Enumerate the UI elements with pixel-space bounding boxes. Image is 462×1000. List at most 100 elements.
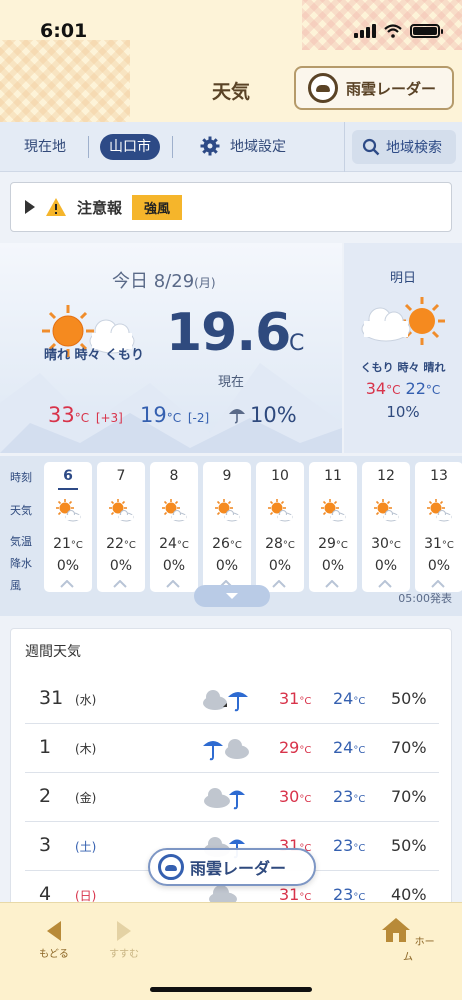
weekly-high: 30°C [279, 787, 311, 806]
today-rain-value: 10% [250, 403, 297, 427]
back-arrow-icon [47, 921, 61, 941]
radar-button[interactable]: 雨雲レーダー [294, 66, 454, 110]
signal-icon [354, 24, 376, 38]
unit: °C [229, 540, 242, 551]
header-pattern [0, 40, 130, 122]
hour-temp: 24°C [150, 536, 198, 552]
hour-rain: 0% [427, 558, 451, 574]
hour-card: 13 31°C 0% [415, 462, 462, 592]
weekly-row[interactable]: 1 (木) 29°C 24°C 70% [25, 724, 439, 773]
warning-icon [46, 198, 66, 216]
weekly-rain: 50% [391, 836, 427, 855]
weekly-title: 週間天気 [25, 644, 81, 660]
weekly-high-value: 30 [279, 787, 300, 806]
weekly-low: 23°C [333, 836, 365, 855]
row-label-temp: 気温 [10, 535, 32, 548]
sunny-cloudy-icon [109, 499, 134, 522]
hour-rain: 0% [215, 558, 239, 574]
today-low-diff: [-2] [187, 411, 210, 425]
current-temperature: 19.6 [166, 303, 291, 363]
weekly-day: 1 [39, 736, 52, 758]
unit: °C [70, 540, 83, 551]
unit: °C [335, 540, 348, 551]
sunny-cloudy-icon [374, 499, 399, 522]
hour-temp: 26°C [203, 536, 251, 552]
weekly-day: 3 [39, 834, 52, 856]
floating-radar-button[interactable]: 雨雲レーダー [148, 848, 316, 886]
row-label-time: 時刻 [10, 471, 32, 484]
hour-card: 10 28°C 0% [256, 462, 304, 592]
divider [344, 122, 345, 172]
wind-arrow-icon [272, 580, 286, 588]
tomorrow-temps: 34°C 22°C [344, 379, 462, 398]
weather-alert-bar[interactable]: 注意報 強風 [10, 182, 452, 232]
wind-arrow-icon [378, 580, 392, 588]
sunny-cloudy-icon [56, 499, 81, 522]
tab-current-location[interactable]: 現在地 [24, 136, 66, 156]
unit: °C [282, 540, 295, 551]
unit: °C [176, 540, 189, 551]
tomorrow-rain: 10% [386, 403, 420, 421]
row-label-weather: 天気 [10, 504, 32, 517]
battery-icon [410, 24, 443, 38]
hour-label: 8 [169, 468, 179, 484]
today-low: 19°C [-2] [140, 403, 209, 427]
tomorrow-panel[interactable]: 明日 くもり 時々 晴れ 34°C 22°C 10% [344, 243, 462, 453]
weekly-dow: (木) [75, 742, 97, 756]
today-panel: 今日 8/29(月) 晴れ 時々 くもり 19.6 °C 現在 33°C [+3… [0, 243, 342, 453]
today-date-label: 今日 8/29 [112, 271, 195, 292]
unit: °C [299, 745, 312, 756]
unit: °C [353, 843, 366, 854]
radar-cloud-icon [308, 73, 338, 103]
home-button[interactable]: ホーム [378, 915, 438, 963]
forward-button[interactable]: すすむ [94, 915, 154, 960]
current-temp-unit: °C [278, 331, 305, 356]
weekly-dow: (水) [75, 693, 97, 707]
hour-temp-value: 29 [318, 536, 336, 552]
weekly-low: 24°C [333, 738, 365, 757]
tab-area-settings[interactable]: 地域設定 [230, 136, 286, 156]
weekly-high: 29°C [279, 738, 311, 757]
tab-selected-area[interactable]: 山口市 [100, 134, 160, 160]
wind-arrow-icon [166, 580, 180, 588]
weekly-low-value: 23 [333, 836, 354, 855]
hour-temp-value: 22 [106, 536, 124, 552]
location-tabbar: 現在地 山口市 地域設定 地域検索 [0, 122, 462, 172]
hour-temp: 22°C [97, 536, 145, 552]
hour-label: 6 [63, 468, 73, 484]
area-search-button[interactable]: 地域検索 [352, 130, 456, 164]
hour-temp: 30°C [362, 536, 410, 552]
hour-label: 7 [116, 468, 126, 484]
weekly-row[interactable]: 31 (水) 31°C 24°C 50% [25, 675, 439, 724]
weekly-high-value: 31 [279, 689, 300, 708]
divider [172, 136, 173, 158]
now-label: 現在 [218, 375, 245, 390]
unit: °C [353, 794, 366, 805]
weekly-rain: 70% [391, 738, 427, 757]
radar-cloud-icon [158, 854, 184, 880]
back-button[interactable]: もどる [24, 915, 84, 960]
today-high-diff: [+3] [95, 411, 123, 425]
unit: °C [166, 411, 182, 425]
weekly-row[interactable]: 2 (金) 30°C 23°C 70% [25, 773, 439, 822]
weekly-high-value: 29 [279, 738, 300, 757]
weekly-rain: 50% [391, 689, 427, 708]
weekly-day: 2 [39, 785, 52, 807]
status-bar: 6:01 [40, 18, 443, 44]
hour-label: 13 [430, 468, 448, 484]
unit: °C [299, 696, 312, 707]
gear-icon[interactable] [200, 136, 220, 156]
hourly-forecast[interactable]: 時刻 天気 気温 降水 風 6 21°C 0% 7 22°C 0% 8 24°C 0% 9 26°C… [0, 456, 462, 616]
hour-card: 12 30°C 0% [362, 462, 410, 592]
expand-arrow-icon [25, 200, 35, 214]
hour-temp: 21°C [44, 536, 92, 552]
tomorrow-low-value: 22 [405, 379, 426, 398]
unit: °C [425, 383, 441, 397]
sunny-cloudy-icon [162, 499, 187, 522]
sunny-cloudy-icon [427, 499, 452, 522]
sunny-cloudy-icon [321, 499, 346, 522]
back-label: もどる [39, 949, 69, 960]
today-date: 今日 8/29(月) [112, 267, 216, 293]
hour-rain: 0% [374, 558, 398, 574]
expand-hourly-button[interactable] [194, 585, 270, 607]
